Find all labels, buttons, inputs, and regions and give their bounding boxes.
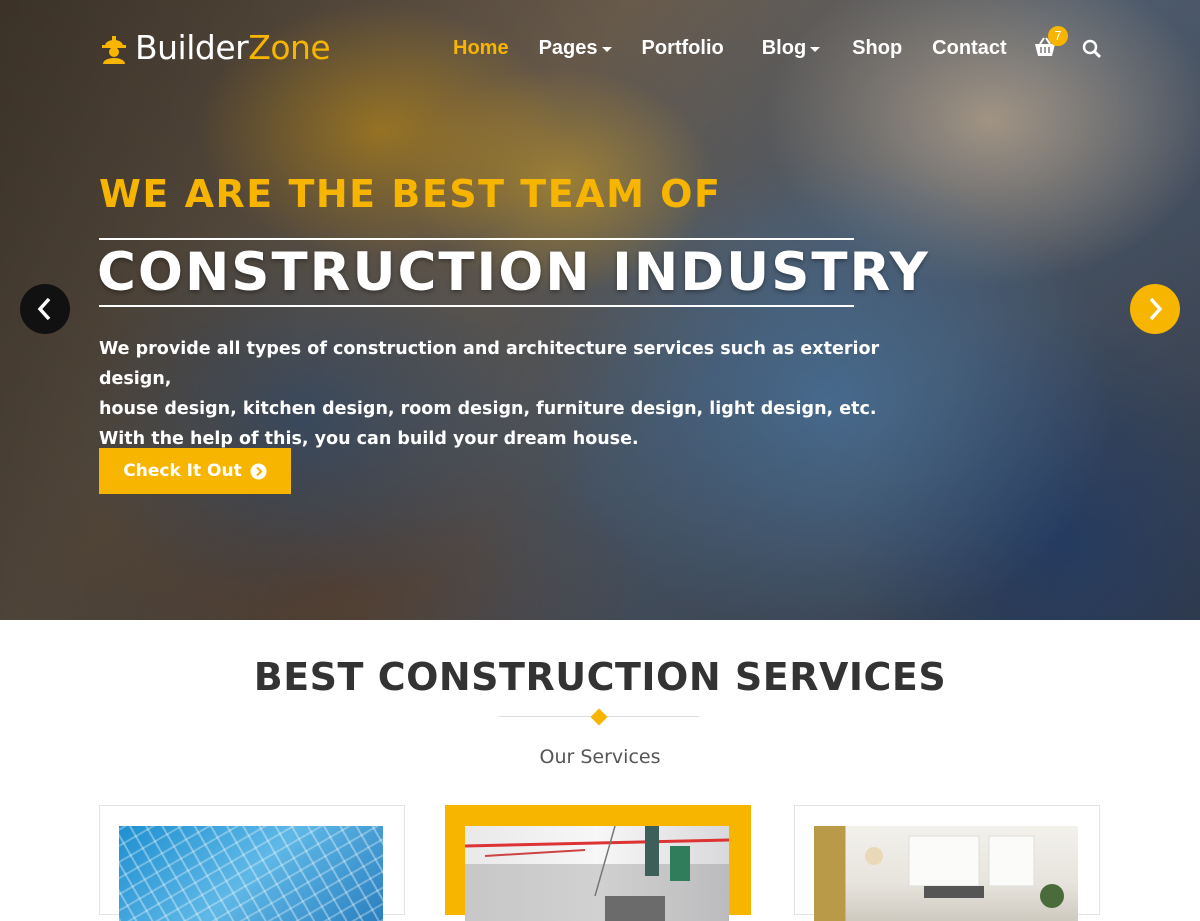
worker-helmet-icon [102,35,126,64]
nav-item-label: Blog [761,36,807,59]
nav-item-blog[interactable]: Blog [761,36,821,60]
slider-next-button[interactable] [1130,284,1180,334]
slider-prev-button[interactable] [20,284,70,334]
site-header: BuilderZone Home Pages Portfolio Blog Sh… [0,0,1200,95]
section-title: BEST CONSTRUCTION SERVICES [253,655,947,699]
hero-description: We provide all types of construction and… [99,334,899,454]
crane-illustration [465,826,729,921]
room-illustration [865,835,1064,908]
service-card[interactable] [794,805,1100,921]
check-it-out-button[interactable]: Check It Out [99,448,291,494]
cart-count-badge: 7 [1048,26,1068,46]
cta-label: Check It Out [123,461,242,481]
nav-item-label: Portfolio [641,36,724,59]
nav-item-contact[interactable]: Contact [932,37,1006,60]
nav-item-portfolio[interactable]: Portfolio [642,37,724,60]
nav-item-label: Home [453,36,509,59]
brand-name: BuilderZone [135,28,331,67]
chevron-left-icon [37,297,51,321]
nav-item-label: Pages [538,36,598,59]
brand-name-part1: Builder [135,28,249,67]
caret-down-icon [810,47,821,52]
service-card[interactable] [99,805,405,921]
nav-item-pages[interactable]: Pages [539,37,612,60]
search-icon[interactable] [1082,39,1102,59]
brand-name-part2: Zone [248,28,331,67]
crane-construction-image [465,826,729,921]
nav-item-label: Shop [852,36,903,59]
diamond-icon [590,708,608,726]
arrow-circle-right-icon [250,463,267,479]
headline-bottom-rule [99,305,854,307]
nav-item-label: Contact [932,36,1007,59]
hero-slider: BuilderZone Home Pages Portfolio Blog Sh… [0,0,1200,620]
glass-building-image [119,826,383,921]
main-nav: Home Pages Portfolio Blog Shop Contact [453,33,1037,63]
site-logo[interactable]: BuilderZone [99,28,331,67]
nav-item-shop[interactable]: Shop [852,37,902,60]
chevron-right-icon [1149,297,1163,321]
section-subtitle: Our Services [539,746,661,768]
nav-item-home[interactable]: Home [453,37,509,60]
hero-description-line: We provide all types of construction and… [99,339,880,389]
service-card-featured[interactable] [445,805,751,921]
headline-top-rule [99,238,854,240]
hero-headline: CONSTRUCTION INDUSTRY [97,242,930,303]
caret-down-icon [601,47,612,52]
hero-description-line: house design, kitchen design, room desig… [99,399,877,419]
interior-room-image [814,826,1078,921]
hero-tagline: WE ARE THE BEST TEAM OF [99,172,722,216]
